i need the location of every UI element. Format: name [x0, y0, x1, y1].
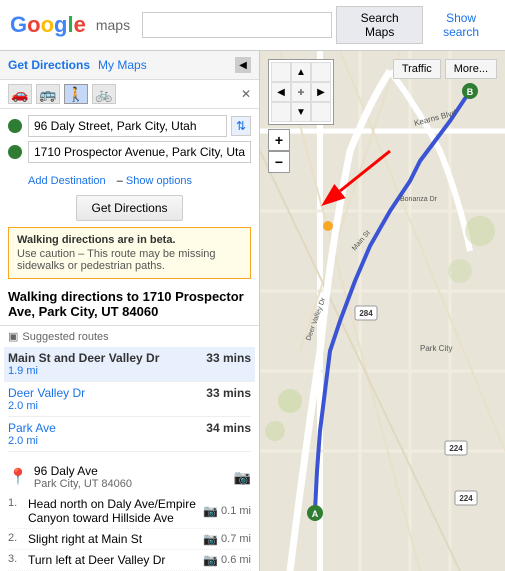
- swap-button[interactable]: ⇅: [231, 116, 251, 136]
- step-2: 2. Slight right at Main St 📷 0.7 mi: [8, 529, 251, 550]
- collapse-button[interactable]: ◀: [235, 57, 251, 73]
- zoom-in-button[interactable]: +: [268, 129, 290, 151]
- car-mode-button[interactable]: 🚗: [8, 84, 32, 104]
- svg-text:Bonanza Dr: Bonanza Dr: [400, 196, 438, 203]
- origin-address: Park City, UT 84060: [34, 478, 132, 490]
- step-3-camera-icon[interactable]: 📷: [203, 553, 218, 567]
- svg-text:224: 224: [459, 494, 473, 503]
- left-panel: Get Directions My Maps ◀ 🚗 🚌 🚶 🚲 ✕ ⇅: [0, 51, 260, 571]
- svg-text:284: 284: [359, 309, 373, 318]
- close-directions-icon[interactable]: ✕: [241, 87, 251, 101]
- steps-section: 📍 96 Daly Ave Park City, UT 84060 📷 1. H…: [0, 456, 259, 571]
- route-3-time: 34 mins: [206, 421, 251, 435]
- directions-header: Get Directions My Maps ◀: [0, 51, 259, 80]
- step-3-text: Turn left at Deer Valley Dr: [28, 553, 197, 567]
- nav-empty-4: [311, 102, 331, 122]
- route-links: Add Destination – Show options: [0, 173, 259, 189]
- nav-empty-3: [271, 102, 291, 122]
- pan-left-button[interactable]: ◀: [271, 82, 291, 102]
- svg-text:B: B: [467, 87, 474, 97]
- walk-mode-button[interactable]: 🚶: [64, 84, 88, 104]
- destination-input[interactable]: [28, 141, 251, 163]
- pan-down-button[interactable]: ▼: [291, 102, 311, 122]
- main-content: Get Directions My Maps ◀ 🚗 🚌 🚶 🚲 ✕ ⇅: [0, 51, 505, 571]
- pan-up-button[interactable]: ▲: [291, 62, 311, 82]
- step-1: 1. Head north on Daly Ave/Empire Canyon …: [8, 494, 251, 529]
- maps-wordmark: maps: [96, 17, 130, 33]
- map-navigation-controls: ▲ ◀ ✛ ▶ ▼ + −: [268, 59, 334, 173]
- route-1-distance: 1.9 mi: [8, 365, 251, 377]
- street-view-camera-icon[interactable]: 📷: [234, 469, 251, 486]
- suggested-routes: ▣ Suggested routes Main St and Deer Vall…: [0, 326, 259, 456]
- route-inputs: ⇅: [0, 109, 259, 173]
- traffic-button[interactable]: Traffic: [393, 59, 441, 79]
- map-panel[interactable]: Kearns Blvd Deer Valley Dr Main St Bonan…: [260, 51, 505, 571]
- add-destination-link[interactable]: Add Destination: [28, 175, 106, 187]
- show-search-button[interactable]: Show search: [427, 11, 495, 39]
- bike-mode-button[interactable]: 🚲: [92, 84, 116, 104]
- origin-location: 📍 96 Daly Ave Park City, UT 84060 📷: [8, 460, 251, 494]
- svg-text:Park City: Park City: [420, 344, 452, 353]
- step-1-camera-icon[interactable]: 📷: [203, 504, 218, 518]
- route-2-time: 33 mins: [206, 386, 251, 400]
- warning-box: Walking directions are in beta. Use caut…: [8, 227, 251, 279]
- origin-pin-icon: 📍: [8, 467, 28, 487]
- svg-text:224: 224: [449, 444, 463, 453]
- google-logo: Google: [10, 12, 86, 38]
- header: Google maps Search Maps Show search: [0, 0, 505, 51]
- transit-mode-button[interactable]: 🚌: [36, 84, 60, 104]
- nav-empty-1: [271, 62, 291, 82]
- suggested-routes-label: ▣ Suggested routes: [8, 330, 251, 343]
- my-maps-link[interactable]: My Maps: [98, 58, 147, 72]
- route-2-distance: 2.0 mi: [8, 400, 251, 412]
- step-3: 3. Turn left at Deer Valley Dr 📷 0.6 mi: [8, 550, 251, 571]
- step-2-text: Slight right at Main St: [28, 532, 197, 546]
- step-2-num: 2.: [8, 532, 22, 546]
- warning-text: Use caution – This route may be missing …: [17, 248, 242, 272]
- step-1-dist: 📷 0.1 mi: [203, 497, 251, 525]
- zoom-out-button[interactable]: −: [268, 151, 290, 173]
- destination-row: [8, 141, 251, 163]
- route-option-3[interactable]: Park Ave 34 mins 2.0 mi: [8, 417, 251, 452]
- pan-controls: ▲ ◀ ✛ ▶ ▼: [268, 59, 334, 125]
- origin-name: 96 Daly Ave: [34, 464, 132, 478]
- step-3-dist: 📷 0.6 mi: [203, 553, 251, 567]
- step-1-text: Head north on Daly Ave/Empire Canyon tow…: [28, 497, 197, 525]
- step-2-dist: 📷 0.7 mi: [203, 532, 251, 546]
- route-1-time: 33 mins: [206, 351, 251, 365]
- route-3-distance: 2.0 mi: [8, 435, 251, 447]
- more-button[interactable]: More...: [445, 59, 497, 79]
- step-2-camera-icon[interactable]: 📷: [203, 532, 218, 546]
- get-directions-link[interactable]: Get Directions: [8, 58, 90, 72]
- pan-right-button[interactable]: ▶: [311, 82, 331, 102]
- route-1-name[interactable]: Main St and Deer Valley Dr: [8, 351, 159, 365]
- step-3-num: 3.: [8, 553, 22, 567]
- destination-dot: [8, 145, 22, 159]
- svg-text:A: A: [312, 509, 319, 519]
- route-option-2[interactable]: Deer Valley Dr 33 mins 2.0 mi: [8, 382, 251, 417]
- origin-input[interactable]: [28, 115, 227, 137]
- map-top-bar: Traffic More...: [393, 59, 497, 79]
- pan-center-button[interactable]: ✛: [291, 82, 311, 102]
- step-1-num: 1.: [8, 497, 22, 525]
- walking-directions-title: Walking directions to 1710 Prospector Av…: [0, 283, 259, 326]
- route-3-name[interactable]: Park Ave: [8, 421, 56, 435]
- warning-title: Walking directions are in beta.: [17, 234, 242, 246]
- origin-dot: [8, 119, 22, 133]
- get-directions-button[interactable]: Get Directions: [76, 195, 182, 221]
- search-input[interactable]: [142, 12, 332, 38]
- route-option-1[interactable]: Main St and Deer Valley Dr 33 mins 1.9 m…: [4, 347, 255, 382]
- show-options-link[interactable]: Show options: [126, 175, 192, 187]
- nav-empty-2: [311, 62, 331, 82]
- transport-mode-bar: 🚗 🚌 🚶 🚲 ✕: [0, 80, 259, 109]
- route-2-name[interactable]: Deer Valley Dr: [8, 386, 85, 400]
- origin-row: ⇅: [8, 115, 251, 137]
- zoom-controls: + −: [268, 129, 334, 173]
- search-button[interactable]: Search Maps: [336, 6, 423, 44]
